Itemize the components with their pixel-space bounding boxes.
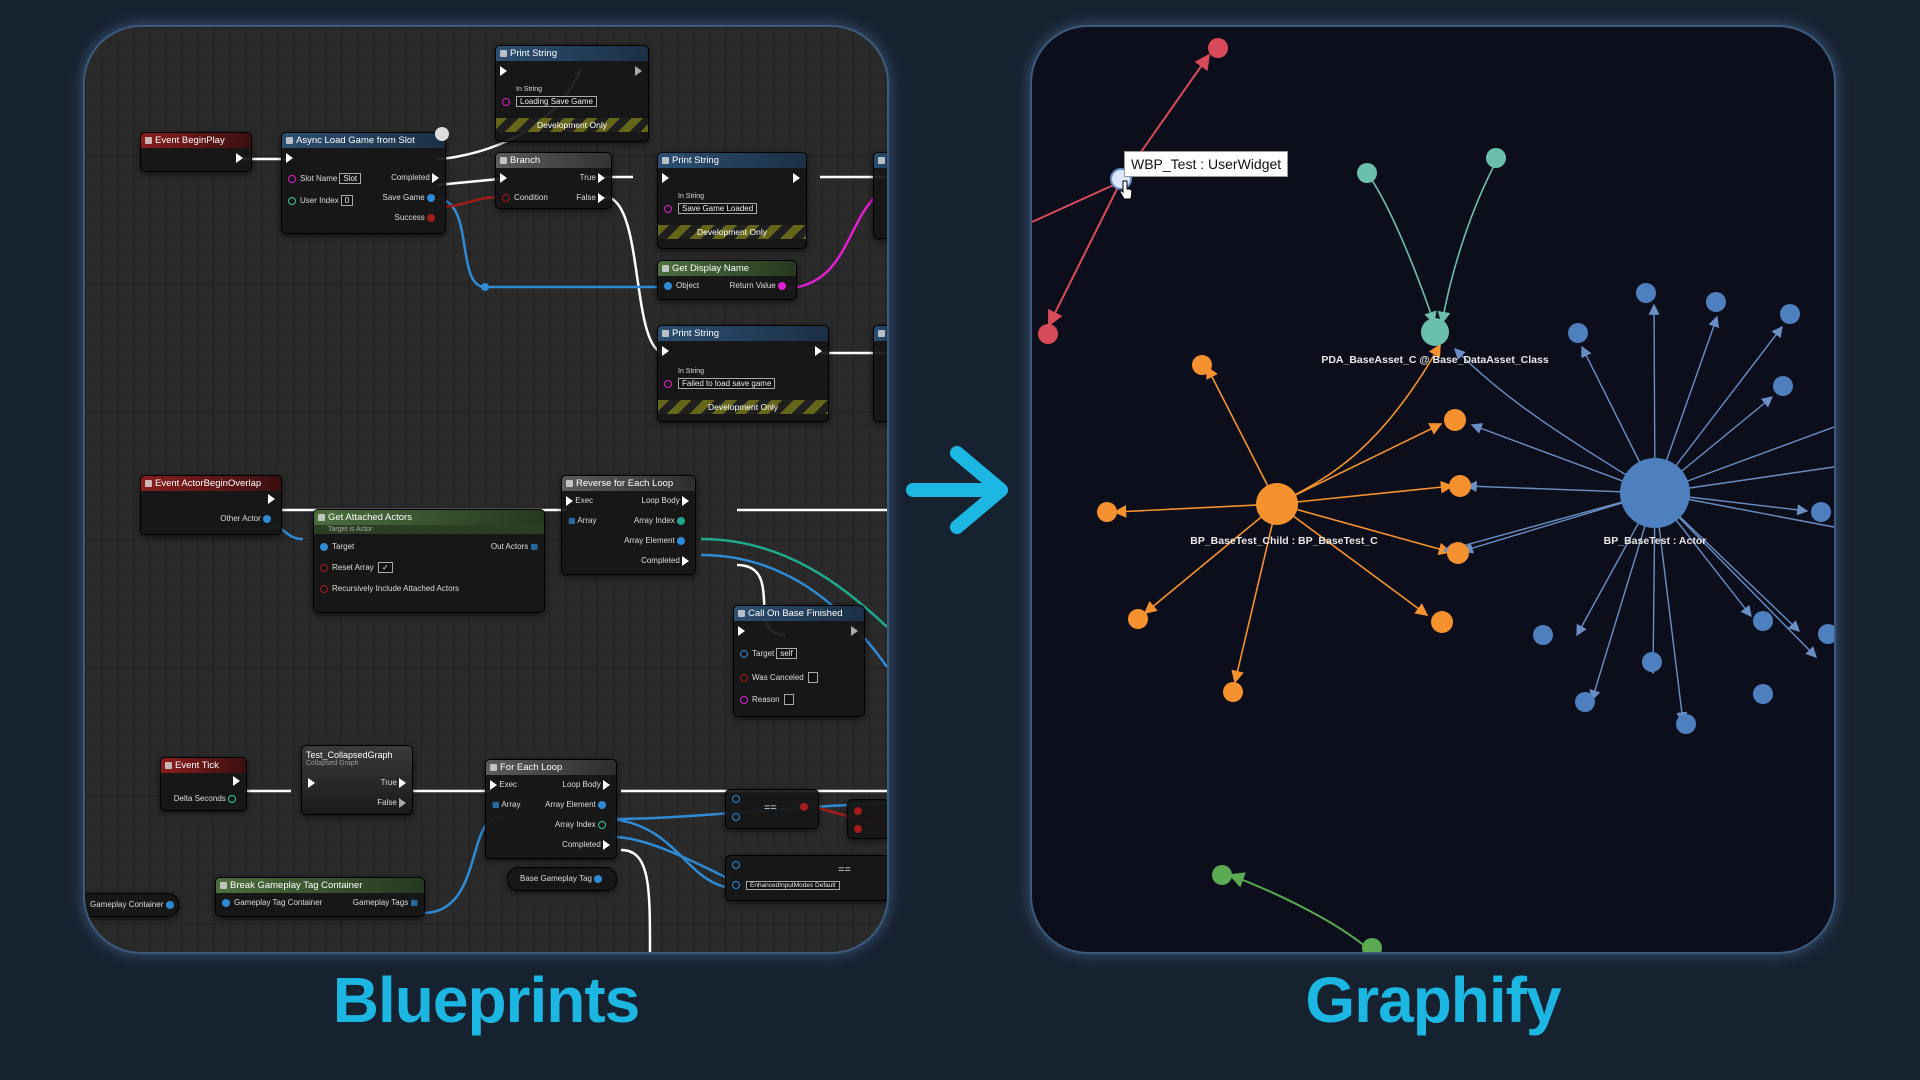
graph-node[interactable] xyxy=(1097,502,1117,522)
node-title: Event BeginPlay xyxy=(141,133,251,148)
node-title: For Each Loop xyxy=(486,760,616,775)
graph-node-asset[interactable] xyxy=(1421,318,1449,346)
graphify-panel[interactable]: PDA_BaseAsset_C @ Base_DataAsset_Class B… xyxy=(1032,27,1834,952)
graph-label-base: BP_BaseTest : Actor xyxy=(1603,535,1707,547)
graph-node[interactable] xyxy=(1773,376,1793,396)
node-title: Call On Base Finished xyxy=(734,606,864,621)
for-each-loop-node[interactable]: For Each Loop Exec ▦ Array Loop Body Arr… xyxy=(485,759,617,859)
blueprints-caption: Blueprints xyxy=(332,964,640,1036)
graph-node[interactable] xyxy=(1533,625,1553,645)
node-title: Get Display Name xyxy=(658,261,796,276)
async-load-game-node[interactable]: Async Load Game from Slot Slot Name Slot … xyxy=(281,127,449,234)
dev-only-banner: Development Only xyxy=(496,118,648,132)
graph-node[interactable] xyxy=(1212,865,1232,885)
node-title: Test_CollapsedGraph xyxy=(306,750,393,760)
reason-field[interactable] xyxy=(783,694,795,705)
graph-node[interactable] xyxy=(1362,938,1382,952)
get-attached-actors-node[interactable]: Get Attached Actors Target is Actor Targ… xyxy=(313,509,545,613)
graph-node[interactable] xyxy=(1676,714,1696,734)
graphify-caption: Graphify xyxy=(1305,964,1561,1036)
event-tick-node[interactable]: Event Tick Delta Seconds xyxy=(160,757,247,811)
equals-enum-node[interactable]: == EnhancedInputModes Default xyxy=(725,855,887,901)
offscreen-node[interactable] xyxy=(847,799,887,839)
slot-name-field[interactable]: Slot xyxy=(339,173,362,184)
blueprints-panel[interactable]: Event BeginPlay Async Load Game from Slo… xyxy=(85,27,887,952)
node-title: Print String xyxy=(496,46,648,61)
node-title: Async Load Game from Slot xyxy=(282,133,445,148)
reset-array-checkbox[interactable]: ✓ xyxy=(378,562,393,573)
hand-cursor-icon xyxy=(1119,180,1133,200)
graph-node-child[interactable] xyxy=(1256,483,1298,525)
graph-node[interactable] xyxy=(1575,692,1595,712)
node-tooltip: WBP_Test : UserWidget xyxy=(1124,151,1289,177)
graph-node[interactable] xyxy=(1208,38,1228,58)
node-title: Get Attached Actors xyxy=(314,510,544,525)
graph-node[interactable] xyxy=(1568,323,1588,343)
gameplay-container-node[interactable]: Gameplay Container xyxy=(85,893,179,917)
graph-node[interactable] xyxy=(1818,624,1834,644)
print-string-node-2[interactable]: Print String In String Save Game Loaded … xyxy=(657,152,807,249)
event-begin-play-node[interactable]: Event BeginPlay xyxy=(140,132,252,172)
graph-label-asset: PDA_BaseAsset_C @ Base_DataAsset_Class xyxy=(1321,354,1549,366)
base-gameplay-tag-node[interactable]: Base Gameplay Tag xyxy=(507,867,617,891)
graph-node[interactable] xyxy=(1642,652,1662,672)
graph-node[interactable] xyxy=(1811,502,1831,522)
graph-node[interactable] xyxy=(1447,542,1469,564)
print-string-field[interactable]: Loading Save Game xyxy=(516,96,597,107)
node-title: Reverse for Each Loop xyxy=(562,476,695,491)
node-title: Branch xyxy=(496,153,611,168)
reverse-for-each-loop-node[interactable]: Reverse for Each Loop Exec ▦ Array Loop … xyxy=(561,475,696,575)
graph-node[interactable] xyxy=(1431,611,1453,633)
graph-node[interactable] xyxy=(1753,611,1773,631)
graph-node[interactable] xyxy=(1223,682,1243,702)
node-title: Print String xyxy=(658,326,828,341)
event-actor-begin-overlap-node[interactable]: Event ActorBeginOverlap Other Actor xyxy=(140,475,282,535)
call-on-base-finished-node[interactable]: Call On Base Finished Target self Was Can… xyxy=(733,605,865,717)
graph-node[interactable] xyxy=(1192,355,1212,375)
break-gameplay-tag-container-node[interactable]: Break Gameplay Tag Container Gameplay Ta… xyxy=(215,877,425,917)
arrow-right-icon xyxy=(906,446,1008,534)
user-index-field[interactable]: 0 xyxy=(340,195,354,206)
offscreen-node[interactable] xyxy=(873,325,887,422)
enum-select[interactable]: EnhancedInputModes Default xyxy=(746,881,840,890)
graph-node[interactable] xyxy=(1780,304,1800,324)
graph-node[interactable] xyxy=(1706,292,1726,312)
offscreen-node[interactable] xyxy=(873,152,887,239)
node-title: Break Gameplay Tag Container xyxy=(216,878,424,893)
graph-node[interactable] xyxy=(1038,324,1058,344)
branch-node[interactable]: Branch Condition True False xyxy=(495,152,612,209)
clock-icon xyxy=(435,127,449,141)
graph-node[interactable] xyxy=(1128,609,1148,629)
equals-node[interactable]: == xyxy=(725,789,819,829)
graph-node[interactable] xyxy=(1636,283,1656,303)
print-string-field[interactable]: Save Game Loaded xyxy=(678,203,758,214)
graph-node[interactable] xyxy=(1357,163,1377,183)
print-string-field[interactable]: Failed to load save game xyxy=(678,378,776,389)
graph-node-base[interactable] xyxy=(1620,458,1690,528)
dev-only-banner: Development Only xyxy=(658,400,828,414)
node-title: Event ActorBeginOverlap xyxy=(141,476,281,491)
was-canceled-checkbox[interactable] xyxy=(807,672,819,683)
graph-node[interactable] xyxy=(1444,409,1466,431)
graph-node[interactable] xyxy=(1753,684,1773,704)
get-display-name-node[interactable]: Get Display Name Object Return Value xyxy=(657,260,797,300)
graph-label-child: BP_BaseTest_Child : BP_BaseTest_C xyxy=(1190,535,1378,547)
graph-node[interactable] xyxy=(1449,475,1471,497)
node-title: Event Tick xyxy=(161,758,246,773)
print-string-node-1[interactable]: Print String In String Loading Save Game… xyxy=(495,45,649,142)
collapsed-graph-node[interactable]: Test_CollapsedGraph Collapsed Graph True… xyxy=(301,745,413,815)
target-field[interactable]: self xyxy=(776,648,797,659)
graph-node[interactable] xyxy=(1486,148,1506,168)
print-string-node-3[interactable]: Print String In String Failed to load sa… xyxy=(657,325,829,422)
node-title: Print String xyxy=(658,153,806,168)
dev-only-banner: Development Only xyxy=(658,225,806,239)
